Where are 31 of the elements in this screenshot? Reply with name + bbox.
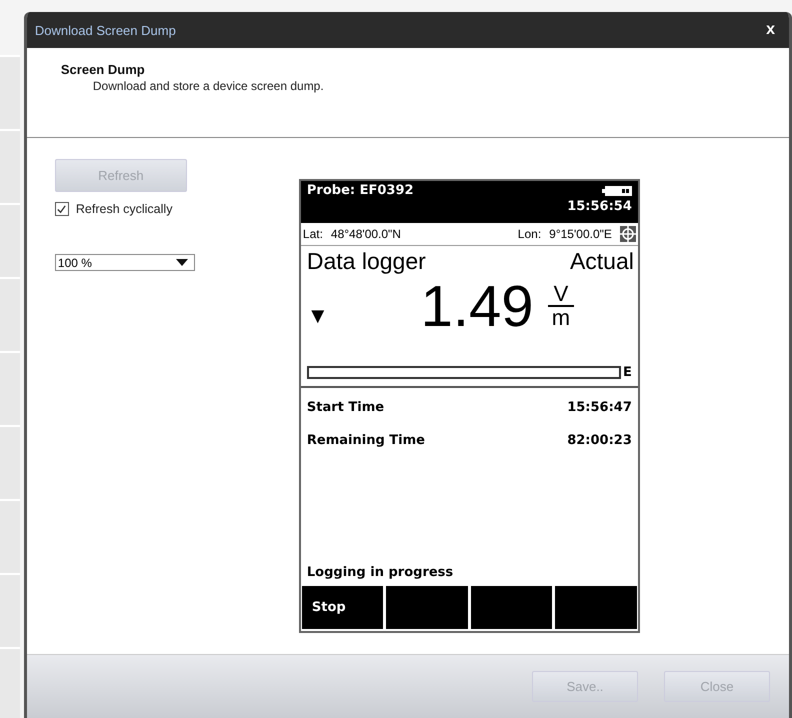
crosshair-icon <box>620 226 636 242</box>
row-value: 82:00:23 <box>567 433 632 448</box>
unit-label: V m <box>548 283 574 329</box>
mode-label: Data logger <box>306 248 426 275</box>
lat-label: Lat: <box>302 227 323 241</box>
probe-label: Probe: EF0392 <box>306 183 414 198</box>
row-label: Remaining Time <box>306 433 425 448</box>
measure-label: Actual <box>570 248 634 275</box>
header-description: Download and store a device screen dump. <box>92 79 325 93</box>
trend-icon: ▼ <box>306 303 329 329</box>
reading-value: 1.49 <box>420 274 534 340</box>
window-title: Download Screen Dump <box>34 22 176 38</box>
softkey[interactable] <box>470 586 552 629</box>
softkey[interactable]: Stop <box>302 586 384 629</box>
softkey[interactable] <box>386 586 468 629</box>
window-close-button[interactable]: x <box>762 21 779 39</box>
bar-label: E <box>623 365 632 380</box>
battery-icon <box>602 186 632 196</box>
lon-label: Lon: <box>518 227 542 241</box>
lat-value: 48°48'00.0"N <box>330 227 401 241</box>
status-text: Logging in progress <box>306 565 454 580</box>
lon-value: 9°15'00.0"E <box>549 227 612 241</box>
checkbox[interactable] <box>54 202 69 216</box>
zoom-dropdown[interactable]: 100 % <box>54 254 195 271</box>
row-value: 15:56:47 <box>567 400 632 415</box>
device-time: 15:56:54 <box>567 199 632 214</box>
caret-icon <box>176 259 188 266</box>
header-title: Screen Dump <box>60 62 146 77</box>
checkbox-label: Refresh cyclically <box>76 202 172 216</box>
row-label: Start Time <box>306 400 384 415</box>
softkey[interactable] <box>555 586 637 629</box>
